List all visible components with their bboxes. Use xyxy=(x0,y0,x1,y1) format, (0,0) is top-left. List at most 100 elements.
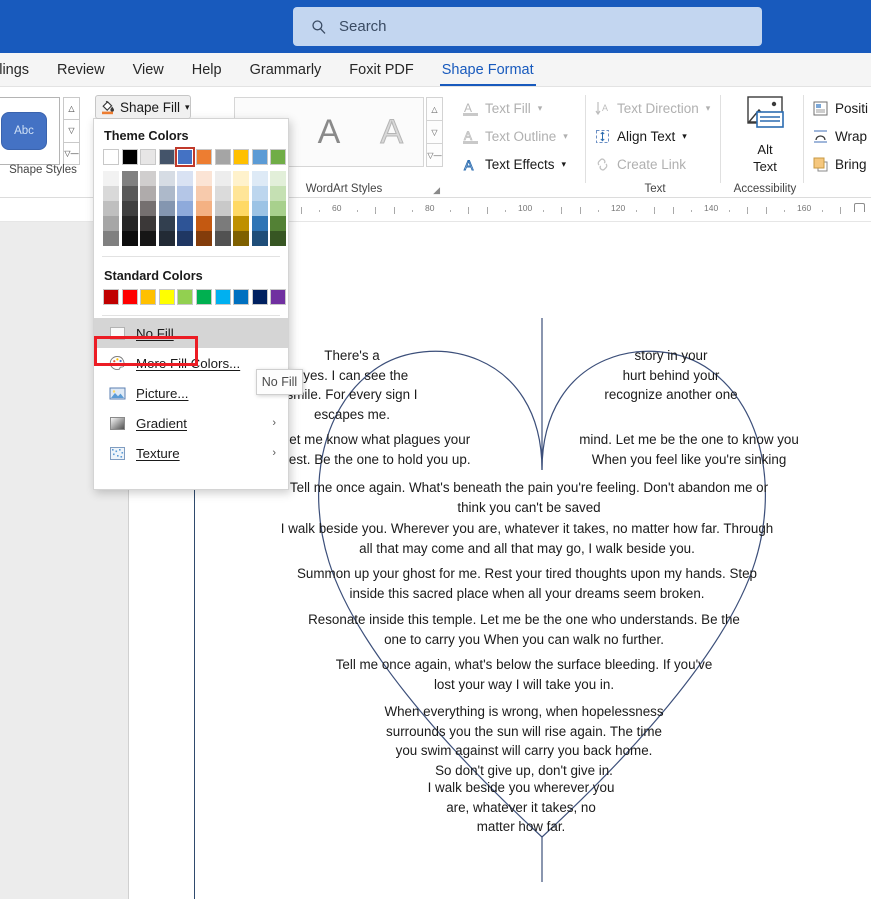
gallery-more-icon[interactable]: ▽— xyxy=(426,143,443,167)
theme-color-swatch[interactable] xyxy=(140,149,157,165)
tab-review[interactable]: Review xyxy=(43,53,119,87)
gallery-more-icon[interactable]: ▽— xyxy=(63,141,80,165)
text-direction-button[interactable]: A Text Direction ▾ xyxy=(594,96,710,120)
menu-item-texture[interactable]: Texture › xyxy=(94,438,288,468)
theme-colors-row[interactable] xyxy=(94,147,288,167)
theme-shade-swatch[interactable] xyxy=(140,171,157,186)
theme-color-swatch[interactable] xyxy=(214,149,231,165)
theme-shade-swatch[interactable] xyxy=(177,216,194,231)
wordart-sample-3[interactable]: A xyxy=(360,98,423,166)
theme-shade-swatch[interactable] xyxy=(251,201,268,216)
wordart-scroll[interactable]: △ ▽ ▽— xyxy=(426,97,443,167)
theme-shade-swatch[interactable] xyxy=(103,186,119,201)
menu-item-no-fill[interactable]: No Fill xyxy=(94,318,288,348)
theme-shade-swatch[interactable] xyxy=(158,171,175,186)
position-button[interactable]: Positi xyxy=(812,96,868,120)
theme-shade-swatch[interactable] xyxy=(140,231,157,246)
theme-shade-swatch[interactable] xyxy=(233,186,250,201)
theme-shade-swatch[interactable] xyxy=(140,216,157,231)
theme-shade-column[interactable] xyxy=(251,171,268,246)
submenu-arrow-icon[interactable]: › xyxy=(272,447,276,459)
standard-color-swatch[interactable] xyxy=(121,289,138,305)
theme-color-swatch[interactable] xyxy=(121,149,138,165)
wrap-text-button[interactable]: Wrap xyxy=(812,124,867,148)
theme-shade-swatch[interactable] xyxy=(214,171,231,186)
theme-shades-grid[interactable] xyxy=(94,165,288,254)
text-fill-button[interactable]: A Text Fill ▾ xyxy=(462,96,542,120)
shape-style-thumbnail[interactable]: Abc xyxy=(0,106,51,156)
theme-shade-swatch[interactable] xyxy=(251,231,268,246)
theme-shade-swatch[interactable] xyxy=(177,186,194,201)
standard-color-swatch[interactable] xyxy=(177,289,194,305)
tab-help[interactable]: Help xyxy=(178,53,236,87)
theme-shade-swatch[interactable] xyxy=(251,171,268,186)
standard-color-swatch[interactable] xyxy=(214,289,231,305)
theme-shade-swatch[interactable] xyxy=(195,216,212,231)
theme-color-swatch[interactable] xyxy=(195,149,212,165)
theme-shade-swatch[interactable] xyxy=(121,171,138,186)
standard-color-swatch[interactable] xyxy=(233,289,250,305)
theme-color-swatch[interactable] xyxy=(251,149,268,165)
standard-color-swatch[interactable] xyxy=(251,289,268,305)
theme-shade-swatch[interactable] xyxy=(270,186,287,201)
search-input[interactable]: Search xyxy=(293,7,762,46)
theme-color-swatch[interactable] xyxy=(233,149,250,165)
ruler-indent-marker[interactable] xyxy=(854,203,865,212)
menu-item-gradient[interactable]: Gradient › xyxy=(94,408,288,438)
shape-styles-scroll[interactable]: △ ▽ ▽— xyxy=(63,97,80,165)
theme-shade-swatch[interactable] xyxy=(177,171,194,186)
scroll-up-icon[interactable]: △ xyxy=(63,97,80,120)
theme-shade-swatch[interactable] xyxy=(103,201,119,216)
align-text-button[interactable]: Align Text ▾ xyxy=(594,124,687,148)
theme-shade-column[interactable] xyxy=(140,171,157,246)
theme-shade-swatch[interactable] xyxy=(233,171,250,186)
standard-color-swatch[interactable] xyxy=(270,289,287,305)
theme-shade-swatch[interactable] xyxy=(177,201,194,216)
chevron-down-icon[interactable]: ▾ xyxy=(185,102,190,113)
chevron-down-icon[interactable]: ▾ xyxy=(682,131,687,142)
theme-shade-column[interactable] xyxy=(270,171,287,246)
theme-shade-column[interactable] xyxy=(214,171,231,246)
submenu-arrow-icon[interactable]: › xyxy=(272,417,276,429)
theme-shade-column[interactable] xyxy=(233,171,250,246)
theme-shade-swatch[interactable] xyxy=(233,216,250,231)
theme-shade-swatch[interactable] xyxy=(270,201,287,216)
shape-styles-gallery[interactable]: Abc xyxy=(0,97,60,165)
theme-shade-swatch[interactable] xyxy=(233,231,250,246)
standard-color-swatch[interactable] xyxy=(195,289,212,305)
wordart-sample-2[interactable]: A xyxy=(298,98,361,166)
theme-shade-swatch[interactable] xyxy=(214,186,231,201)
create-link-button[interactable]: Create Link xyxy=(594,152,686,176)
theme-shade-swatch[interactable] xyxy=(158,231,175,246)
tab-shape-format[interactable]: Shape Format xyxy=(428,53,548,87)
theme-color-swatch[interactable] xyxy=(103,149,119,165)
theme-shade-swatch[interactable] xyxy=(140,186,157,201)
theme-color-swatch[interactable] xyxy=(175,147,196,167)
theme-shade-swatch[interactable] xyxy=(270,171,287,186)
tab-mailings[interactable]: ilings xyxy=(0,53,43,87)
theme-color-swatch[interactable] xyxy=(270,149,287,165)
tab-foxit-pdf[interactable]: Foxit PDF xyxy=(335,53,427,87)
scroll-up-icon[interactable]: △ xyxy=(426,97,443,120)
ruler-track[interactable]: 406080100120140160 xyxy=(170,202,871,218)
theme-shade-swatch[interactable] xyxy=(270,231,287,246)
theme-shade-swatch[interactable] xyxy=(121,201,138,216)
theme-shade-swatch[interactable] xyxy=(158,201,175,216)
alt-text-button[interactable]: Alt Text xyxy=(735,95,795,175)
tab-view[interactable]: View xyxy=(119,53,178,87)
theme-shade-swatch[interactable] xyxy=(270,216,287,231)
theme-shade-swatch[interactable] xyxy=(121,231,138,246)
theme-shade-swatch[interactable] xyxy=(177,231,194,246)
theme-shade-swatch[interactable] xyxy=(233,201,250,216)
theme-shade-swatch[interactable] xyxy=(103,171,119,186)
theme-shade-swatch[interactable] xyxy=(251,186,268,201)
theme-shade-swatch[interactable] xyxy=(214,231,231,246)
standard-color-swatch[interactable] xyxy=(140,289,157,305)
tab-grammarly[interactable]: Grammarly xyxy=(236,53,336,87)
theme-shade-swatch[interactable] xyxy=(158,216,175,231)
bring-forward-button[interactable]: Bring xyxy=(812,152,867,176)
standard-colors-row[interactable] xyxy=(94,289,288,313)
theme-shade-swatch[interactable] xyxy=(103,216,119,231)
theme-shade-swatch[interactable] xyxy=(251,216,268,231)
chevron-down-icon[interactable]: ▾ xyxy=(538,103,543,114)
